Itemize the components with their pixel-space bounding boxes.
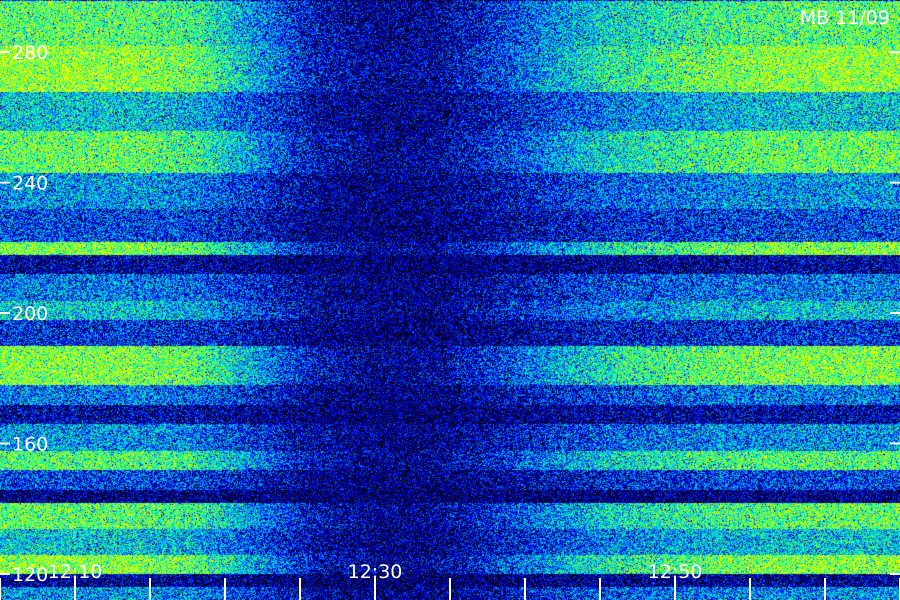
y-tick-label: 120 [12, 564, 48, 586]
y-tick-label: 200 [12, 303, 48, 325]
x-tick-label: 12:50 [648, 561, 703, 583]
axis-overlay: 120 160 200 240 280 12:10 12:30 12:50 MB 11/09 [0, 7, 900, 600]
x-tick-label: 12:10 [48, 561, 103, 583]
chart-title: MB 11/09 [800, 7, 890, 29]
x-tick-label: 12:30 [348, 561, 403, 583]
y-axis-right [890, 51, 900, 575]
x-axis: 12:10 12:30 12:50 [0, 561, 900, 600]
y-tick-label: 160 [12, 433, 48, 455]
y-tick-label: 240 [12, 173, 48, 195]
y-tick-label: 280 [12, 42, 48, 64]
y-axis-left: 120 160 200 240 280 [0, 42, 48, 586]
